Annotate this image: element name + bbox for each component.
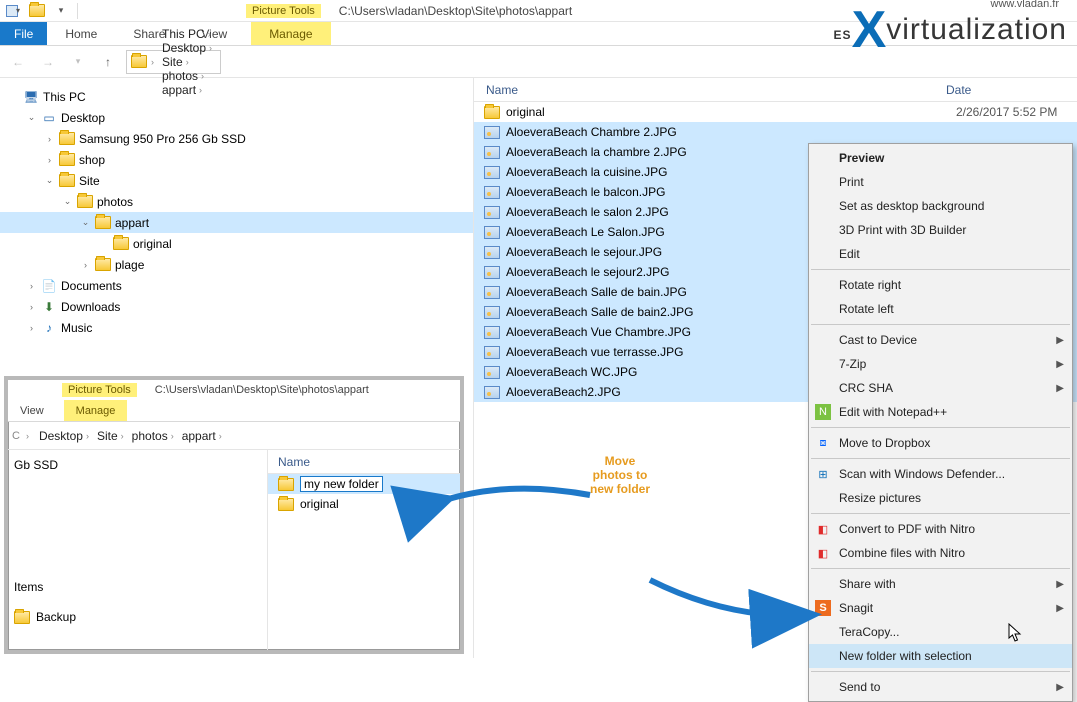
tree-item[interactable]: ›shop: [0, 149, 473, 170]
tree-item[interactable]: original: [0, 233, 473, 254]
crumb[interactable]: This PC›: [158, 27, 216, 41]
tree-item[interactable]: ›♪Music: [0, 317, 473, 338]
image-icon: [484, 326, 500, 339]
inset-tab-view[interactable]: View: [8, 400, 56, 421]
image-row[interactable]: AloeveraBeach Chambre 2.JPG: [474, 122, 1077, 142]
crumb[interactable]: Desktop›: [158, 41, 216, 55]
arrow-left: [430, 470, 600, 523]
image-icon: [484, 146, 500, 159]
x-logo: X: [852, 0, 887, 60]
folder-icon: [484, 106, 500, 119]
ctx-item[interactable]: Rotate left: [809, 297, 1072, 321]
arrow-right: [640, 570, 820, 633]
pc-icon: 🖥: [23, 89, 39, 105]
qat-customize[interactable]: ▾: [50, 1, 72, 21]
ctx-item[interactable]: Rotate right: [809, 273, 1072, 297]
ctx-item[interactable]: Print: [809, 170, 1072, 194]
tab-file[interactable]: File: [0, 22, 47, 45]
watermark-url: www.vladan.fr: [991, 0, 1059, 10]
ctx-item[interactable]: ◧Convert to PDF with Nitro: [809, 517, 1072, 541]
image-icon: [484, 386, 500, 399]
image-icon: [484, 246, 500, 259]
image-icon: [484, 306, 500, 319]
tree-item[interactable]: ›📄Documents: [0, 275, 473, 296]
image-icon: [484, 126, 500, 139]
nav-back[interactable]: ←: [6, 50, 30, 74]
tree-item[interactable]: ⌄appart: [0, 212, 473, 233]
ctx-item[interactable]: Share with▶: [809, 572, 1072, 596]
tab-manage[interactable]: Manage: [251, 22, 330, 45]
ctx-item[interactable]: NEdit with Notepad++: [809, 400, 1072, 424]
ctx-item[interactable]: TeraCopy...: [809, 620, 1072, 644]
ctx-item[interactable]: New folder with selection: [809, 644, 1072, 668]
folder-row[interactable]: original 2/26/2017 5:52 PM: [474, 102, 1077, 122]
context-menu: PreviewPrintSet as desktop background3D …: [808, 143, 1073, 702]
nav-forward[interactable]: →: [36, 50, 60, 74]
image-icon: [484, 206, 500, 219]
tree-item[interactable]: ›Samsung 950 Pro 256 Gb SSD: [0, 128, 473, 149]
ctx-item[interactable]: Set as desktop background: [809, 194, 1072, 218]
ctx-item[interactable]: Resize pictures: [809, 486, 1072, 510]
watermark: www.vladan.fr ES X virtualization: [834, 0, 1067, 60]
nav-up[interactable]: ↑: [96, 50, 120, 74]
tree-root[interactable]: 🖥 This PC: [0, 86, 473, 107]
tree-item[interactable]: ›⬇Downloads: [0, 296, 473, 317]
window-title-path: C:\Users\vladan\Desktop\Site\photos\appa…: [339, 4, 572, 18]
contextual-tab-label: Picture Tools: [246, 4, 321, 18]
col-date[interactable]: Date: [934, 83, 971, 97]
tree-item[interactable]: ⌄Site: [0, 170, 473, 191]
image-icon: [484, 186, 500, 199]
ctx-item[interactable]: CRC SHA▶: [809, 376, 1072, 400]
col-name[interactable]: Name: [474, 83, 934, 97]
tree-item[interactable]: ⌄photos: [0, 191, 473, 212]
qat-new-folder[interactable]: [26, 1, 48, 21]
folder-icon: [278, 478, 294, 491]
ctx-item[interactable]: ⧈Move to Dropbox: [809, 431, 1072, 455]
ctx-item[interactable]: ◧Combine files with Nitro: [809, 541, 1072, 565]
qat-properties[interactable]: ▾: [2, 1, 24, 21]
rename-input[interactable]: my new folder: [300, 476, 383, 492]
inset-tree[interactable]: Gb SSD Items Backup: [8, 450, 268, 650]
ctx-item[interactable]: Preview: [809, 146, 1072, 170]
image-icon: [484, 286, 500, 299]
image-icon: [484, 266, 500, 279]
crumb[interactable]: Site›: [158, 55, 216, 69]
tab-home[interactable]: Home: [47, 22, 115, 45]
inset-window: Picture Tools C:\Users\vladan\Desktop\Si…: [4, 376, 464, 654]
ctx-item[interactable]: 7-Zip▶: [809, 352, 1072, 376]
ctx-item[interactable]: Send to▶: [809, 675, 1072, 699]
nav-recent[interactable]: ▾: [66, 50, 90, 74]
cursor-icon: [1008, 623, 1022, 643]
image-icon: [484, 226, 500, 239]
tree-item[interactable]: ⌄▭Desktop: [0, 107, 473, 128]
image-icon: [484, 346, 500, 359]
image-icon: [484, 366, 500, 379]
ctx-item[interactable]: Cast to Device▶: [809, 328, 1072, 352]
list-header[interactable]: Name Date: [474, 78, 1077, 102]
inset-tab-manage[interactable]: Manage: [64, 400, 128, 421]
ctx-item[interactable]: ⊞Scan with Windows Defender...: [809, 462, 1072, 486]
ctx-item[interactable]: SSnagit▶: [809, 596, 1072, 620]
breadcrumb[interactable]: › This PC›Desktop›Site›photos›appart›: [126, 50, 221, 74]
image-icon: [484, 166, 500, 179]
tree-item[interactable]: ›plage: [0, 254, 473, 275]
ctx-item[interactable]: 3D Print with 3D Builder: [809, 218, 1072, 242]
ctx-item[interactable]: Edit: [809, 242, 1072, 266]
folder-icon: [278, 498, 294, 511]
